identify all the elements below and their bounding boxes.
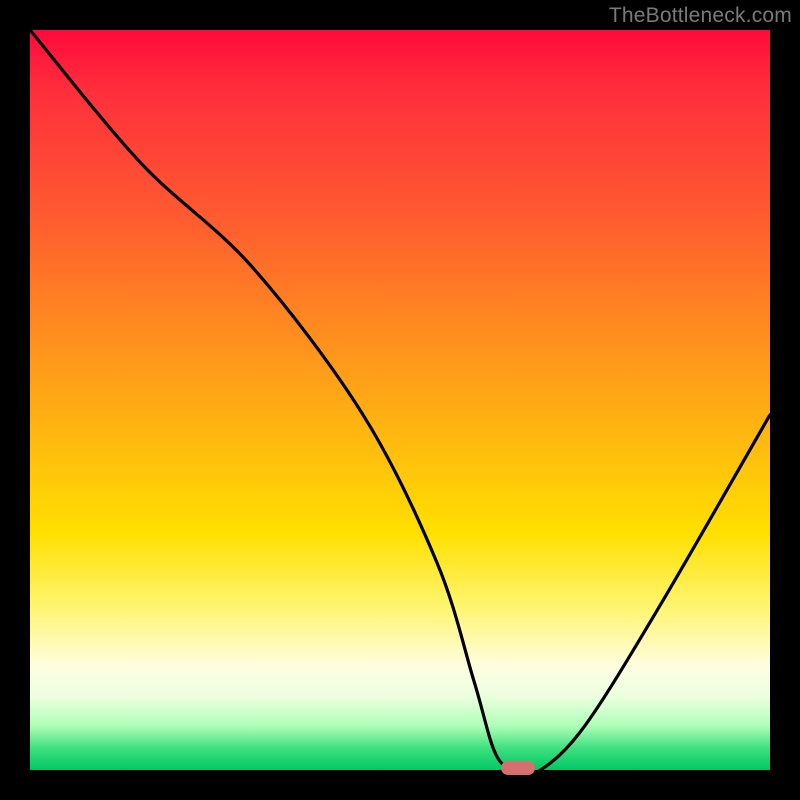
watermark-text: TheBottleneck.com [609, 4, 792, 28]
bottleneck-curve [30, 30, 770, 770]
optimal-marker [501, 761, 535, 775]
plot-area [30, 30, 770, 770]
chart-frame: TheBottleneck.com [0, 0, 800, 800]
